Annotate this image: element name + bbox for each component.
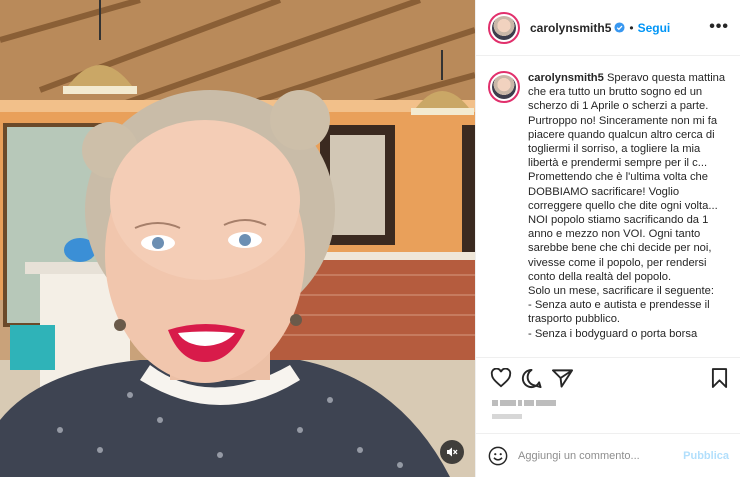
avatar[interactable]: [488, 11, 520, 44]
mute-button[interactable]: [440, 440, 464, 464]
muted-speaker-icon: [447, 447, 458, 457]
post-side-panel: carolynsmith5 • Segui ••• carolynsmith5 …: [475, 0, 740, 477]
caption-text: Speravo questa mattina che era tutto un …: [528, 72, 726, 340]
heart-icon[interactable]: [490, 368, 512, 388]
caption-username[interactable]: carolynsmith5: [528, 72, 604, 84]
post-date: [492, 414, 522, 419]
separator-dot: •: [629, 20, 634, 35]
caption-section: carolynsmith5 Speravo questa mattina che…: [476, 57, 740, 357]
selfie-photo: [0, 0, 475, 477]
verified-badge-icon: [614, 22, 625, 33]
follow-button[interactable]: Segui: [638, 21, 671, 35]
post-actions: [476, 357, 740, 437]
caption-avatar[interactable]: [488, 71, 520, 103]
bookmark-icon[interactable]: [711, 368, 728, 389]
comment-icon[interactable]: [521, 368, 542, 389]
comment-input[interactable]: [518, 449, 668, 462]
publish-button[interactable]: Pubblica: [683, 450, 729, 462]
post-media[interactable]: [0, 0, 475, 477]
more-options-icon[interactable]: •••: [709, 18, 729, 36]
post-header: carolynsmith5 • Segui •••: [476, 0, 740, 56]
paper-plane-icon[interactable]: [552, 368, 573, 388]
view-count: [492, 394, 572, 406]
username-link[interactable]: carolynsmith5: [530, 21, 611, 35]
emoji-icon[interactable]: [488, 446, 508, 466]
caption: carolynsmith5 Speravo questa mattina che…: [528, 71, 729, 357]
comment-composer: Pubblica: [476, 433, 740, 477]
